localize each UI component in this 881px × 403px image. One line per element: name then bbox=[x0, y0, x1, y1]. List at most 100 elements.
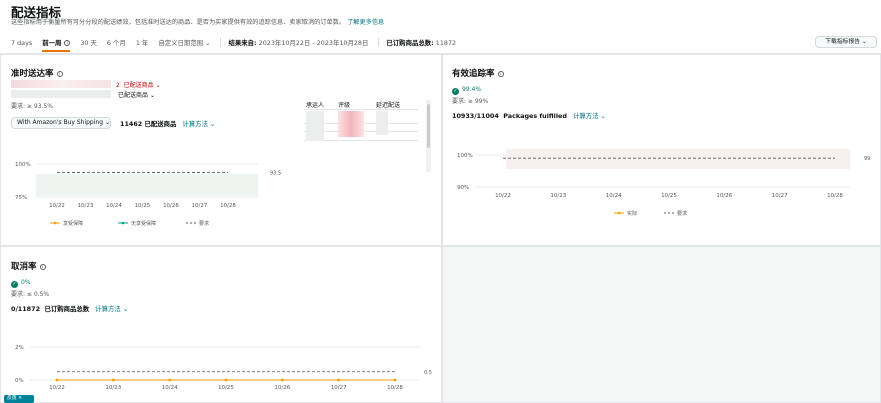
tab-7-days[interactable]: 7 days bbox=[11, 39, 32, 47]
data-point bbox=[393, 378, 397, 382]
tab-30-days[interactable]: 30 天 bbox=[80, 38, 97, 47]
calc-method-link[interactable]: 计算方法 ⌄ bbox=[182, 120, 215, 128]
date-range-tabs: 7 days 前一周 i 30 天 6 个月 1 年 自定义日期范围 ⌄ 结果来自… bbox=[11, 38, 456, 52]
on-time-count-label: 已配送商品 bbox=[144, 120, 177, 128]
cancel-chart: 2% 0% 10/22 10/23 10/24 10/25 10/26 10/27 10/28 0… bbox=[15, 345, 432, 391]
shipped-items: 已配送商品 ⌄ bbox=[118, 90, 155, 99]
x-tick-label: 10/22 bbox=[49, 203, 65, 209]
table-scrollbar[interactable] bbox=[426, 100, 431, 172]
x-tick-label: 10/23 bbox=[105, 385, 121, 391]
table-header-carrier: 承运人 bbox=[306, 102, 325, 109]
check-circle-icon: ✓ bbox=[11, 281, 18, 288]
table-header-rating: 评级 bbox=[338, 102, 351, 109]
x-tick-label: 10/23 bbox=[78, 203, 94, 209]
cancel-counts-label: 已订购商品总数 bbox=[44, 305, 90, 313]
subtitle-text: 这些指标用于衡量所有可分分段的配送绩效，包括准时送达的商品、是否为买家提供有效的… bbox=[11, 19, 346, 26]
cancel-counts: 0/11872 已订购商品总数 计算方法 ⌄ bbox=[11, 304, 128, 313]
tab-custom-range-label: 自定义日期范围 bbox=[158, 39, 204, 47]
legend-label: 无享受保障 bbox=[131, 220, 156, 227]
tab-6-months[interactable]: 6 个月 bbox=[107, 38, 126, 47]
x-tick-label: 10/26 bbox=[163, 203, 179, 209]
cancel-title-text: 取消率 bbox=[11, 262, 37, 272]
x-tick-label: 10/24 bbox=[106, 203, 122, 209]
data-point bbox=[224, 378, 228, 382]
divider bbox=[220, 38, 222, 47]
info-icon[interactable]: i bbox=[56, 71, 63, 77]
info-icon[interactable]: i bbox=[64, 40, 71, 46]
on-time-title: 准时送达率 i bbox=[11, 67, 63, 79]
x-tick-label: 10/27 bbox=[331, 385, 347, 391]
orders-value: 11872 bbox=[435, 39, 457, 47]
download-report-button[interactable]: 下载指标报告 ⌄ bbox=[815, 36, 877, 48]
calc-method-label: 计算方法 bbox=[182, 120, 208, 128]
shipped-prefix: 2 bbox=[116, 82, 120, 89]
x-tick-label: 10/24 bbox=[606, 193, 622, 199]
result-range-value: 2023年10月22日 - 2023年10月28日 bbox=[258, 39, 369, 47]
result-label: 结果来自: bbox=[228, 39, 257, 47]
tab-1-year[interactable]: 1 年 bbox=[136, 38, 149, 47]
download-report-label: 下载指标报告 bbox=[825, 39, 861, 45]
orders-total: 已订购商品总数: 11872 bbox=[386, 38, 456, 47]
table-header-late: 延迟配送 bbox=[376, 102, 401, 109]
tracking-requirement: 要求: ≥ 99% bbox=[452, 98, 489, 105]
tracking-counts-value: 10933/11004 bbox=[452, 112, 499, 120]
calc-method-link[interactable]: 计算方法 ⌄ bbox=[95, 305, 128, 313]
y-tick-label: 90% bbox=[457, 185, 469, 191]
shipping-filter-label: With Amazon's Buy Shipping bbox=[17, 119, 104, 126]
tracking-title-text: 有效追踪率 bbox=[452, 69, 495, 79]
info-icon[interactable]: i bbox=[39, 264, 46, 270]
feedback-label: 反馈 bbox=[7, 396, 17, 401]
x-tick-label: 10/26 bbox=[716, 193, 732, 199]
requirement-label: 93.5 bbox=[270, 171, 281, 177]
data-point bbox=[337, 378, 341, 382]
feedback-chip[interactable]: 反馈 ✕ bbox=[4, 395, 34, 403]
redacted-value bbox=[11, 80, 111, 88]
check-circle-icon: ✓ bbox=[452, 88, 459, 95]
chevron-down-icon: ⌄ bbox=[122, 305, 129, 313]
close-icon[interactable]: ✕ bbox=[18, 396, 22, 401]
page-subtitle: 这些指标用于衡量所有可分分段的配送绩效，包括准时送达的商品、是否为买家提供有效的… bbox=[11, 17, 384, 26]
data-point bbox=[280, 378, 284, 382]
calc-method-link[interactable]: 计算方法 ⌄ bbox=[573, 112, 606, 120]
redacted-value bbox=[376, 111, 388, 135]
x-tick-label: 10/22 bbox=[495, 193, 511, 199]
info-icon[interactable]: i bbox=[497, 71, 504, 77]
tab-custom-range[interactable]: 自定义日期范围 ⌄ bbox=[158, 38, 210, 47]
y-tick-label: 0% bbox=[15, 378, 24, 384]
x-tick-label: 10/28 bbox=[220, 203, 236, 209]
shipping-filter-select[interactable]: With Amazon's Buy Shipping ⌄ bbox=[11, 117, 111, 129]
learn-more-link[interactable]: 了解更多信息 bbox=[347, 19, 384, 26]
x-tick-label: 10/28 bbox=[387, 385, 403, 391]
tracking-value: ✓ 99.4% bbox=[452, 86, 481, 95]
x-tick-label: 10/27 bbox=[772, 193, 788, 199]
legend-marker bbox=[53, 221, 57, 225]
y-tick-label: 2% bbox=[15, 345, 24, 351]
x-tick-label: 10/22 bbox=[49, 385, 65, 391]
tracking-counts-label: Packages fulfilled bbox=[503, 112, 567, 120]
redacted-value bbox=[338, 111, 364, 137]
carrier-table: 承运人 评级 延迟配送 bbox=[304, 100, 426, 170]
cancel-value: ✓ 0% bbox=[11, 279, 31, 288]
redacted-value bbox=[306, 111, 324, 141]
divider bbox=[378, 38, 380, 47]
requirement-label: 99 bbox=[864, 156, 870, 162]
x-tick-label: 10/23 bbox=[550, 193, 566, 199]
tracking-chart: 100% 90% 10/22 10/23 10/24 10/25 10/26 10/27 10/… bbox=[457, 149, 870, 217]
tracking-title: 有效追踪率 i bbox=[452, 67, 504, 79]
cancel-value-text: 0% bbox=[21, 279, 31, 286]
divider bbox=[304, 109, 418, 110]
on-time-chart: 100% 75% 10/22 10/23 10/24 10/25 10/26 10/27 10/… bbox=[15, 162, 281, 227]
data-point bbox=[168, 378, 172, 382]
x-tick-label: 10/25 bbox=[218, 385, 234, 391]
shipped-label-red: 已配送商品 bbox=[123, 82, 154, 89]
chevron-down-icon: ⌄ bbox=[155, 82, 161, 89]
x-tick-label: 10/25 bbox=[661, 193, 677, 199]
redacted-band bbox=[36, 174, 258, 196]
tab-previous-week[interactable]: 前一周 i bbox=[42, 38, 71, 52]
cancel-counts-value: 0/11872 bbox=[11, 305, 41, 313]
shipped-label-dark: 已配送商品 bbox=[118, 92, 149, 99]
calc-method-label: 计算方法 bbox=[572, 112, 599, 120]
legend-label: 实际 bbox=[627, 210, 637, 217]
legend-marker bbox=[121, 221, 125, 225]
legend-marker bbox=[617, 211, 621, 215]
